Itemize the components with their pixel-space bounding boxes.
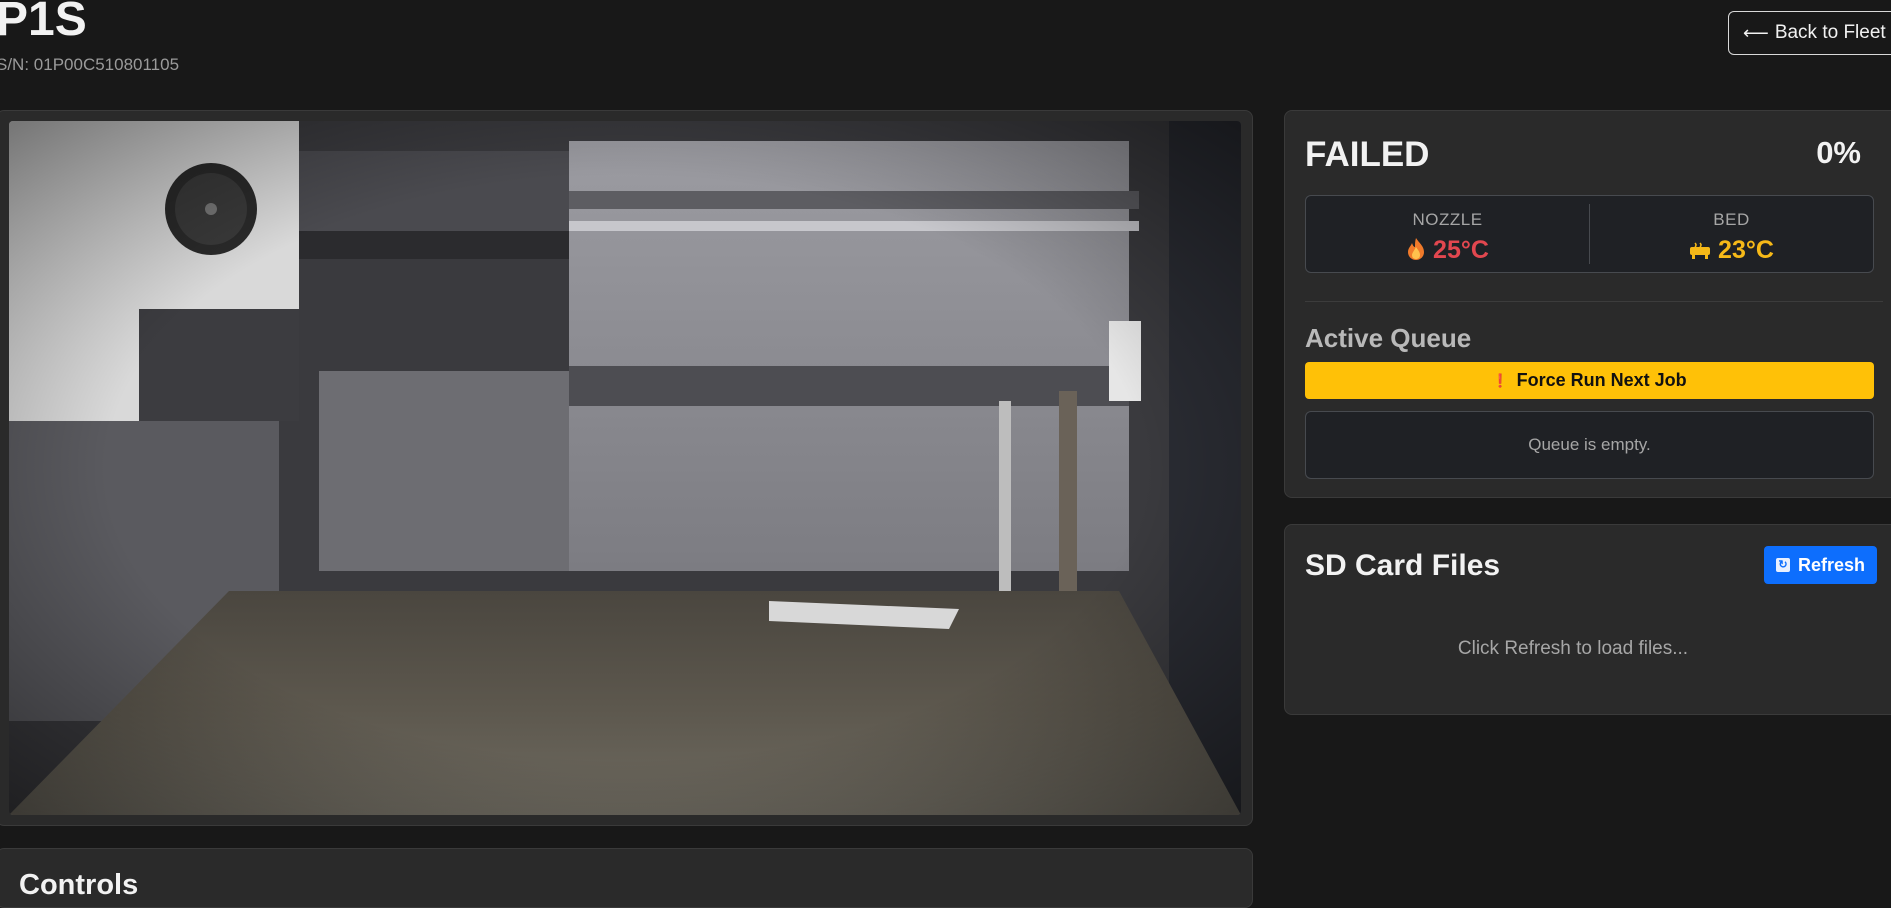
bed-temp-section: BED 23°C (1589, 204, 1873, 264)
sd-card-files-card: SD Card Files ↻ Refresh Click Refresh to… (1284, 524, 1891, 715)
status-card: FAILED 0% NOZZLE 25°C BED 23°C Active Qu… (1284, 110, 1891, 498)
controls-card: Controls (0, 848, 1253, 908)
temperature-panel: NOZZLE 25°C BED 23°C (1305, 195, 1874, 273)
heater-icon (1689, 236, 1718, 264)
refresh-button[interactable]: ↻ Refresh (1764, 546, 1877, 584)
camera-feed (9, 121, 1241, 815)
force-run-label: Force Run Next Job (1516, 370, 1687, 390)
back-to-fleet-label: Back to Fleet (1774, 22, 1886, 43)
print-status: FAILED (1305, 135, 1430, 174)
nozzle-label: NOZZLE (1412, 210, 1483, 229)
section-divider (1305, 301, 1883, 302)
sd-hint-text: Click Refresh to load files... (1457, 638, 1689, 659)
bed-temp-value: 23°C (1718, 236, 1774, 264)
nozzle-temp-section: NOZZLE 25°C (1306, 196, 1589, 272)
back-to-fleet-button[interactable]: ⟵ Back to Fleet (1728, 11, 1891, 55)
refresh-label: Refresh (1797, 554, 1866, 575)
refresh-icon: ↻ (1775, 558, 1790, 572)
flame-icon (1406, 236, 1433, 264)
warning-icon: ❗ (1492, 372, 1509, 388)
controls-title: Controls (19, 869, 139, 901)
printer-title: P1S (0, 0, 87, 46)
bed-label: BED (1713, 210, 1750, 229)
arrow-left-icon: ⟵ (1743, 22, 1769, 43)
active-queue-title: Active Queue (1305, 323, 1472, 353)
camera-card (0, 110, 1253, 826)
sd-card-title: SD Card Files (1305, 549, 1501, 582)
serial-number: S/N: 01P00C510801105 (0, 55, 180, 74)
print-progress: 0% (1816, 135, 1861, 170)
force-run-next-job-button[interactable]: ❗ Force Run Next Job (1305, 362, 1874, 399)
nozzle-temp-value: 25°C (1433, 236, 1489, 264)
queue-list: Queue is empty. (1305, 411, 1874, 479)
queue-empty-text: Queue is empty. (1528, 435, 1651, 454)
